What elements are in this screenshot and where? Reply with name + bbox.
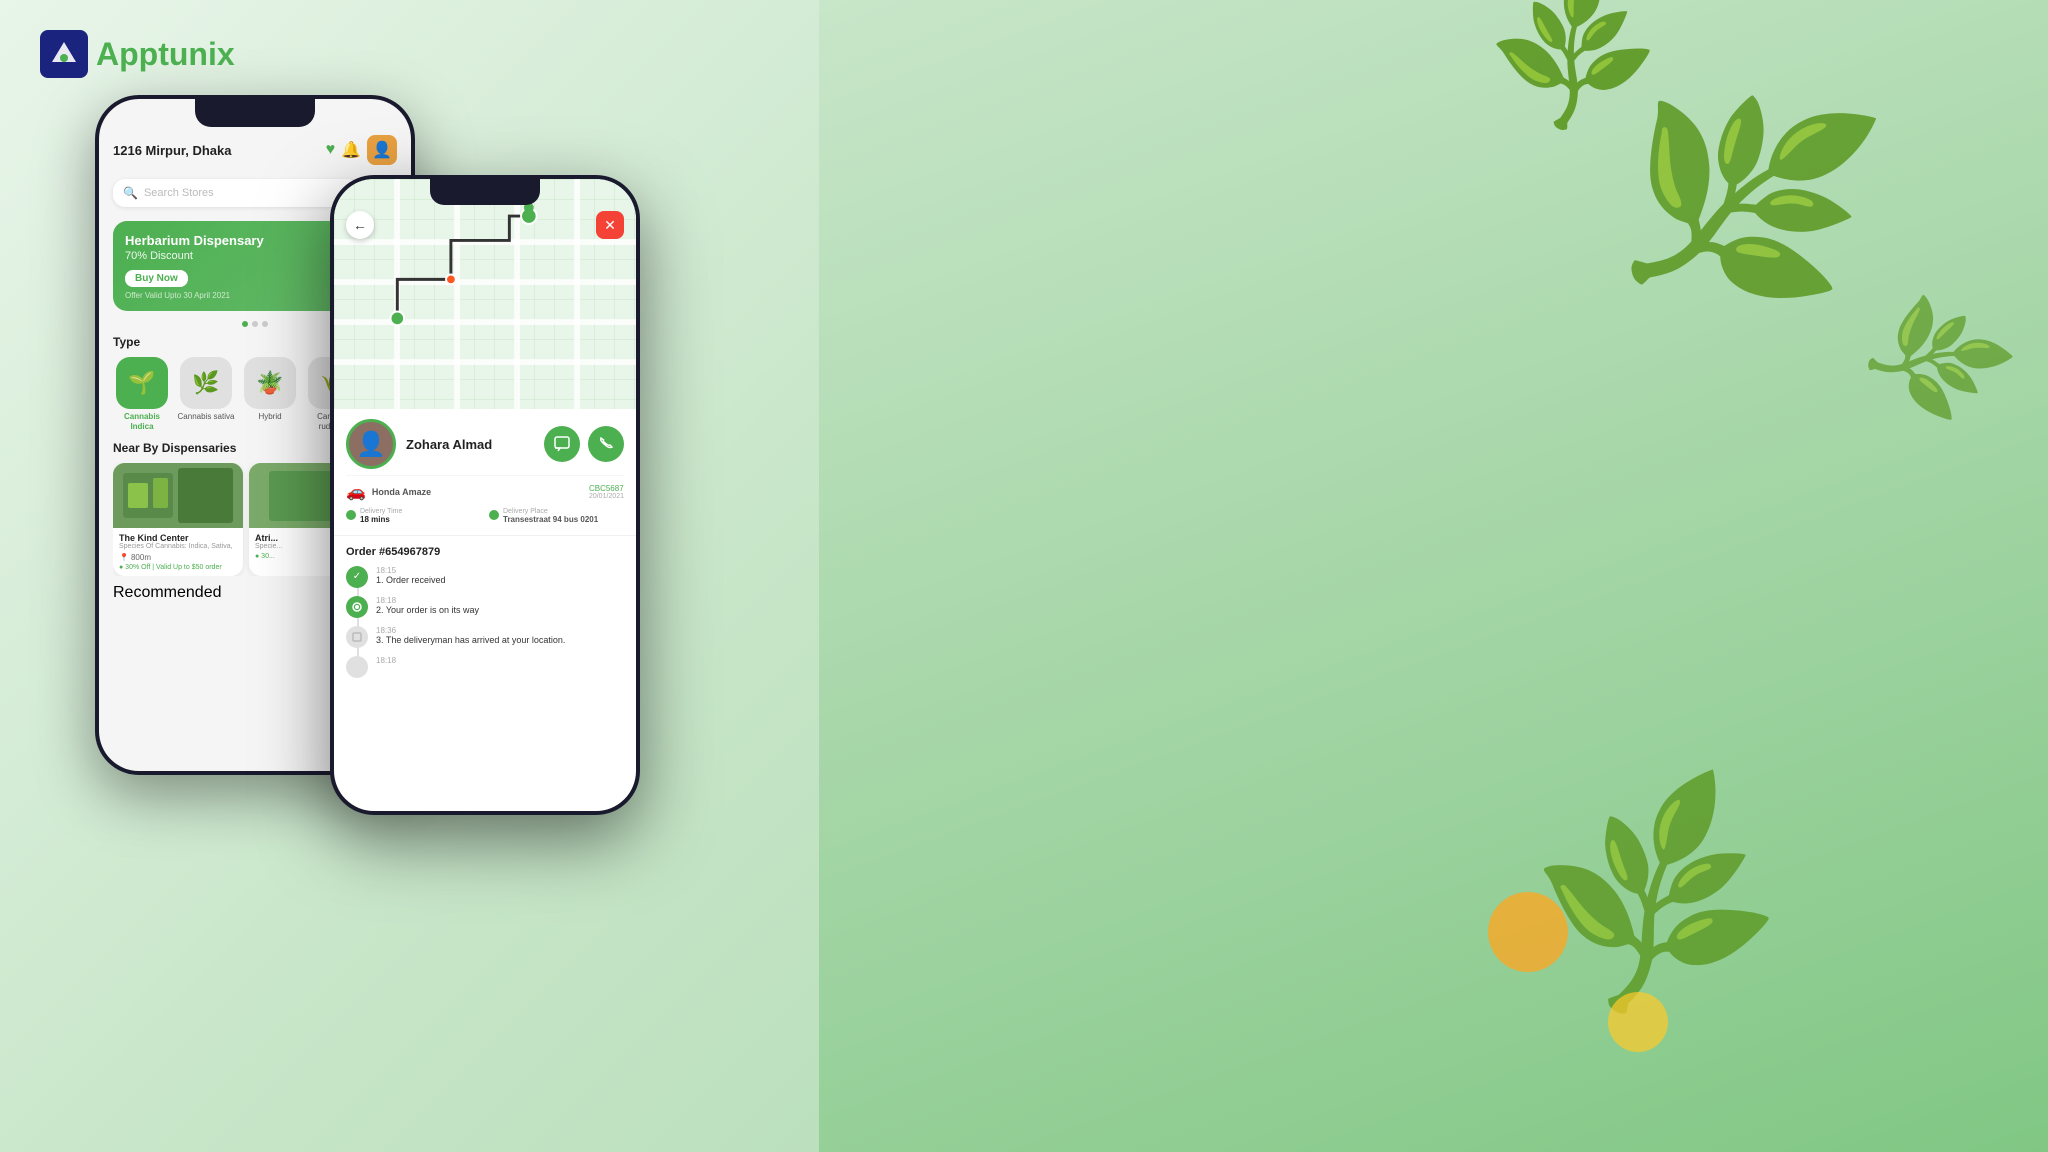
- driver-avatar: 👤: [346, 419, 396, 469]
- search-placeholder: Search Stores: [144, 187, 214, 199]
- timeline-content-2: 18:18 2. Your order is on its way: [376, 596, 624, 615]
- phone2-notch: [430, 179, 540, 205]
- store-card-1[interactable]: The Kind Center Species Of Cannabis: Ind…: [113, 463, 243, 576]
- vehicle-info: 🚗 Honda Amaze: [346, 482, 431, 502]
- brand-logo: Apptunix: [40, 30, 235, 78]
- back-button[interactable]: ←: [346, 211, 374, 239]
- vehicle-icon: 🚗: [346, 482, 366, 502]
- delivery-map: ← ✕: [334, 179, 636, 409]
- store-species-1: Species Of Cannabis: Indica, Sativa,: [119, 543, 237, 550]
- phone1-notch: [195, 99, 315, 127]
- type-item-hybrid[interactable]: 🪴 Hybrid: [241, 357, 299, 431]
- bell-icon[interactable]: 🔔: [341, 140, 361, 160]
- order-number: Order #654967879: [346, 546, 624, 558]
- location-pin-icon: 📍: [119, 553, 129, 562]
- phone2-device: ← ✕ 👤 Zohara Almad: [330, 175, 640, 815]
- dot-1[interactable]: [242, 321, 248, 327]
- delivery-time-item: Delivery Time 18 mins: [346, 508, 481, 525]
- timeline-content-3: 18:36 3. The deliveryman has arrived at …: [376, 626, 624, 645]
- search-box[interactable]: 🔍 Search Stores: [113, 179, 359, 207]
- order-id: CBC5687: [589, 484, 624, 493]
- location-row: Delivery Time 18 mins Delivery Place Tra…: [346, 508, 624, 525]
- order-id-block: CBC5687 20/01/2021: [589, 484, 624, 500]
- type-item-indica[interactable]: 🌱 Cannabis Indica: [113, 357, 171, 431]
- user-avatar[interactable]: 👤: [367, 135, 397, 165]
- vehicle-row: 🚗 Honda Amaze CBC5687 20/01/2021: [346, 475, 624, 502]
- delivery-place-value: Transestraat 94 bus 0201: [503, 515, 598, 525]
- driver-action-buttons: [544, 426, 624, 462]
- delivery-time-info: Delivery Time 18 mins: [360, 508, 402, 524]
- origin-dot: [346, 510, 356, 520]
- type-item-sativa[interactable]: 🌿 Cannabis sativa: [177, 357, 235, 431]
- driver-name: Zohara Almad: [406, 437, 534, 452]
- type-label-indica: Cannabis Indica: [113, 412, 171, 431]
- nearby-title: Near By Dispensaries: [113, 441, 236, 455]
- vehicle-name: Honda Amaze: [372, 487, 431, 497]
- dot-2[interactable]: [252, 321, 258, 327]
- type-label-hybrid: Hybrid: [258, 412, 281, 422]
- timeline-dot-4: [346, 656, 368, 678]
- timeline-time-4: 18:18: [376, 656, 624, 665]
- heart-icon[interactable]: ♥: [326, 141, 336, 159]
- timeline-content-4: 18:18: [376, 656, 624, 665]
- timeline-dot-2: [346, 596, 368, 618]
- buy-now-button[interactable]: Buy Now: [125, 270, 188, 287]
- background-right: [819, 0, 2048, 1152]
- order-timeline: ✓ 18:15 1. Order received 18:18: [346, 566, 624, 686]
- order-date: 20/01/2021: [589, 493, 624, 500]
- store-offer-1: ● 30% Off | Valid Up to $50 order: [119, 564, 237, 571]
- store-distance-1: 📍 800m: [119, 553, 237, 562]
- type-img-sativa: 🌿: [180, 357, 232, 409]
- store-info-1: The Kind Center Species Of Cannabis: Ind…: [113, 528, 243, 576]
- call-button[interactable]: [588, 426, 624, 462]
- dot-3[interactable]: [262, 321, 268, 327]
- timeline-content-1: 18:15 1. Order received: [376, 566, 624, 585]
- store-name-1: The Kind Center: [119, 533, 237, 543]
- driver-info-panel: 👤 Zohara Almad: [334, 409, 636, 536]
- timeline-item-1: ✓ 18:15 1. Order received: [346, 566, 624, 596]
- phone1-header: 1216 Mirpur, Dhaka ♥ 🔔 👤: [113, 135, 397, 165]
- chat-button[interactable]: [544, 426, 580, 462]
- logo-icon: [40, 30, 88, 78]
- timeline-dot-3: [346, 626, 368, 648]
- timeline-text-3: 3. The deliveryman has arrived at your l…: [376, 635, 624, 645]
- decorative-circle-2: [1608, 992, 1668, 1052]
- driver-details: Zohara Almad: [406, 437, 534, 452]
- timeline-text-1: 1. Order received: [376, 575, 624, 585]
- driver-row: 👤 Zohara Almad: [346, 419, 624, 469]
- timeline-text-2: 2. Your order is on its way: [376, 605, 624, 615]
- delivery-place-info: Delivery Place Transestraat 94 bus 0201: [503, 508, 598, 525]
- order-tracking-section: Order #654967879 ✓ 18:15 1. Order receiv…: [334, 536, 636, 696]
- recommended-title: Recommended: [113, 584, 222, 602]
- close-button[interactable]: ✕: [596, 211, 624, 239]
- header-icons: ♥ 🔔 👤: [326, 135, 397, 165]
- type-img-indica: 🌱: [116, 357, 168, 409]
- store-image-1: [113, 463, 243, 528]
- decorative-circle-1: [1488, 892, 1568, 972]
- timeline-item-2: 18:18 2. Your order is on its way: [346, 596, 624, 626]
- timeline-time-3: 18:36: [376, 626, 624, 635]
- delivery-time-value: 18 mins: [360, 515, 402, 524]
- logo-text: Apptunix: [96, 36, 235, 73]
- timeline-time-2: 18:18: [376, 596, 624, 605]
- dest-dot: [489, 510, 499, 520]
- timeline-item-3: 18:36 3. The deliveryman has arrived at …: [346, 626, 624, 656]
- timeline-time-1: 18:15: [376, 566, 624, 575]
- location-text: 1216 Mirpur, Dhaka: [113, 143, 232, 158]
- type-label-sativa: Cannabis sativa: [178, 412, 235, 422]
- phone2-screen: ← ✕ 👤 Zohara Almad: [334, 179, 636, 811]
- delivery-place-label: Delivery Place: [503, 508, 598, 515]
- delivery-place-item: Delivery Place Transestraat 94 bus 0201: [489, 508, 624, 525]
- search-icon: 🔍: [123, 186, 138, 200]
- timeline-dot-1: ✓: [346, 566, 368, 588]
- route-path: [334, 179, 636, 409]
- type-img-hybrid: 🪴: [244, 357, 296, 409]
- delivery-time-label: Delivery Time: [360, 508, 402, 515]
- type-title: Type: [113, 335, 140, 349]
- timeline-item-4: 18:18: [346, 656, 624, 686]
